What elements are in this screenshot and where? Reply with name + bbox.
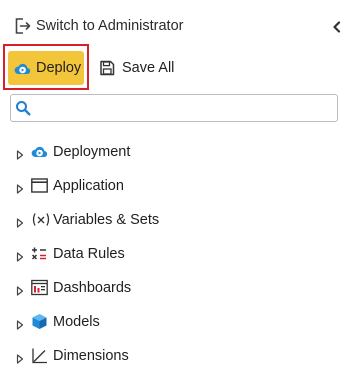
expand-arrow-icon[interactable] [16, 147, 24, 160]
cloud-deploy-icon [31, 143, 48, 160]
deploy-button[interactable]: Deploy [8, 51, 84, 85]
cube-icon [31, 313, 48, 330]
tree-item-label: Dashboards [53, 280, 132, 296]
cloud-play-icon [14, 60, 31, 77]
search-icon [15, 100, 31, 116]
search-input[interactable] [35, 98, 333, 118]
tree-item-label: Dimensions [53, 348, 129, 364]
tree-item-dimensions[interactable]: Dimensions [0, 341, 349, 371]
variable-icon [31, 211, 50, 228]
tree-item-dashboards[interactable]: Dashboards [0, 273, 349, 303]
tree-item-label: Variables & Sets [53, 212, 160, 228]
expand-arrow-icon[interactable] [16, 351, 24, 364]
chevron-left-icon[interactable] [332, 20, 342, 33]
axis-icon [31, 347, 48, 364]
switch-to-administrator-link[interactable]: Switch to Administrator [36, 17, 183, 35]
expand-arrow-icon[interactable] [16, 249, 24, 262]
expand-arrow-icon[interactable] [16, 181, 24, 194]
tree-item-label: Models [53, 314, 100, 330]
window-icon [31, 177, 48, 194]
dashboard-icon [31, 279, 48, 296]
rules-icon [31, 245, 48, 262]
save-icon [99, 60, 115, 76]
expand-arrow-icon[interactable] [16, 317, 24, 330]
tree-item-label: Application [53, 178, 124, 194]
save-all-label: Save All [122, 60, 175, 76]
expand-arrow-icon[interactable] [16, 283, 24, 296]
tree-item-data-rules[interactable]: Data Rules [0, 239, 349, 269]
deploy-label: Deploy [36, 60, 82, 76]
expand-arrow-icon[interactable] [16, 215, 24, 228]
tree-item-models[interactable]: Models [0, 307, 349, 337]
search-field[interactable] [10, 94, 338, 122]
switch-user-icon[interactable] [14, 17, 32, 35]
tree-item-label: Deployment [53, 144, 131, 160]
tree-item-deployment[interactable]: Deployment [0, 137, 349, 167]
save-all-button[interactable]: Save All [96, 51, 186, 85]
tree-item-label: Data Rules [53, 246, 125, 262]
tree-item-variables-sets[interactable]: Variables & Sets [0, 205, 349, 235]
tree-item-application[interactable]: Application [0, 171, 349, 201]
